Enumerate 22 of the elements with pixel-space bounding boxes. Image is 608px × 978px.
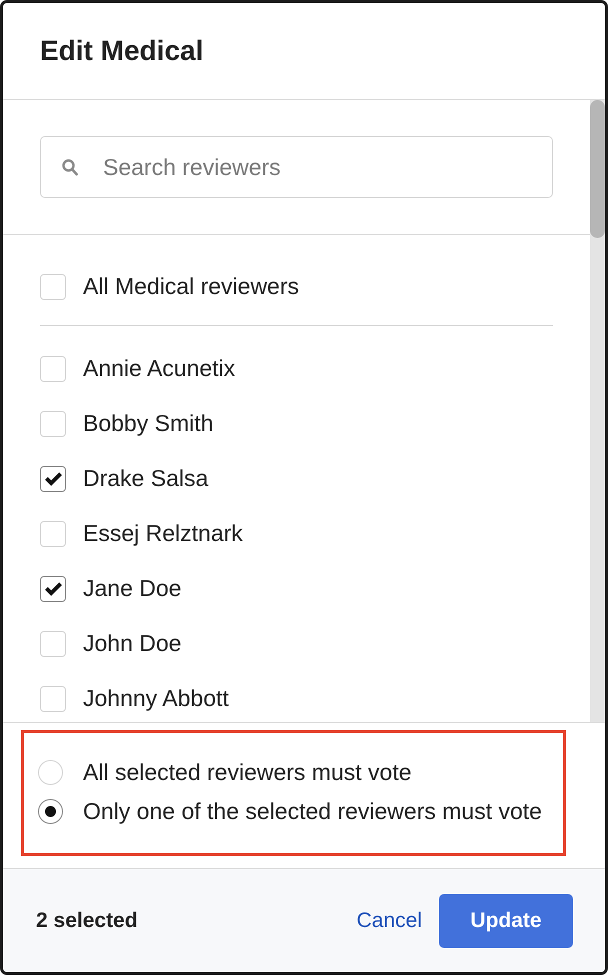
search-icon [62,159,78,176]
reviewer-name: Jane Doe [83,574,182,604]
reviewer-name: Bobby Smith [83,409,214,438]
selection-count: 2 selected [36,908,138,934]
reviewer-name: Essej Relztnark [83,519,243,548]
checkmark-icon [44,580,62,596]
radio-label: All selected reviewers must vote [83,758,412,788]
checkmark-icon [44,470,62,486]
cancel-link[interactable]: Cancel [356,904,422,936]
checkbox[interactable] [40,576,66,602]
scrollbar-thumb[interactable] [590,100,605,238]
radio-button[interactable] [38,799,63,824]
reviewer-name: Annie Acunetix [83,354,236,384]
search-field[interactable]: Search reviewers [40,136,553,198]
update-button[interactable]: Update [439,894,573,948]
radio-label: Only one of the selected reviewers must vote [83,797,542,826]
reviewer-name: Johnny Abbott [83,684,229,714]
checkbox[interactable] [40,466,66,492]
reviewer-name: Drake Salsa [83,464,208,494]
dialog-title: Edit Medical [40,34,204,68]
reviewer-name: John Doe [83,629,182,658]
reviewer-name: All Medical reviewers [83,272,300,302]
